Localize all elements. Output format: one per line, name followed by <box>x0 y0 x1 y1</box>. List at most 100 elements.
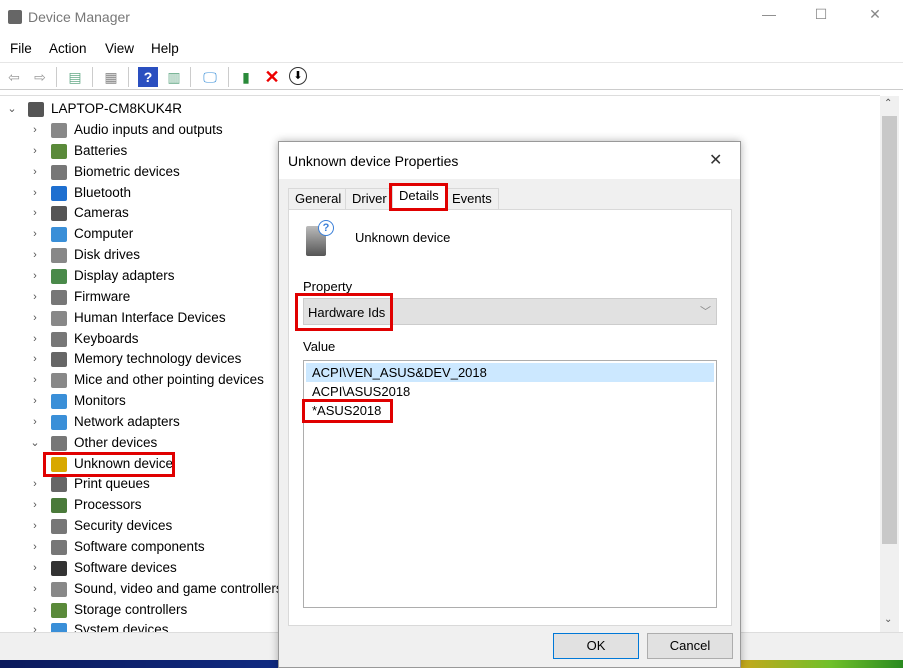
update-driver-icon[interactable]: ▮ <box>236 67 256 87</box>
other-devices-icon <box>51 435 67 451</box>
properties-dialog: Unknown device Properties ✕ General Driv… <box>278 141 741 668</box>
tree-item-label: Software components <box>74 539 205 554</box>
scrollbar-thumb[interactable] <box>882 116 897 544</box>
forward-icon[interactable]: ⇨ <box>30 67 50 87</box>
tree-item-label: Bluetooth <box>74 184 132 200</box>
maximize-button[interactable]: ☐ <box>798 6 844 28</box>
chevron-right-icon[interactable]: › <box>29 349 41 369</box>
cancel-button[interactable]: Cancel <box>647 633 733 659</box>
keyboard-icon <box>51 331 67 347</box>
tree-item-label: Disk drives <box>74 247 141 263</box>
chevron-right-icon[interactable]: › <box>29 308 41 328</box>
ok-button[interactable]: OK <box>553 633 639 659</box>
firmware-icon <box>51 289 67 305</box>
close-button[interactable]: ✕ <box>852 6 898 28</box>
chevron-right-icon[interactable]: › <box>29 287 41 307</box>
tab-events[interactable]: Events <box>445 188 499 210</box>
chevron-right-icon[interactable]: › <box>29 370 41 390</box>
back-icon[interactable]: ⇦ <box>4 67 24 87</box>
menu-view[interactable]: View <box>105 41 134 56</box>
menu-bar: File Action View Help <box>0 36 903 60</box>
processor-icon <box>51 498 67 514</box>
tree-item-label: Mice and other pointing devices <box>74 372 264 388</box>
chevron-right-icon[interactable]: › <box>29 391 41 411</box>
mouse-icon <box>51 373 67 389</box>
menu-action[interactable]: Action <box>49 41 87 56</box>
disable-icon[interactable]: ⬇ <box>289 67 307 85</box>
chevron-right-icon[interactable]: › <box>29 203 41 223</box>
tree-item-label: Network adapters <box>74 413 180 429</box>
software-component-icon <box>51 540 67 555</box>
chevron-down-icon[interactable]: ﹀ <box>700 303 711 319</box>
bluetooth-icon <box>51 185 67 201</box>
unknown-device-icon: ? <box>306 220 334 256</box>
camera-icon <box>51 206 67 222</box>
device-manager-icon <box>8 10 22 24</box>
chevron-right-icon[interactable]: › <box>29 495 41 515</box>
action-pane-icon[interactable]: ▥ <box>164 67 184 87</box>
chevron-right-icon[interactable]: › <box>29 245 41 265</box>
chevron-right-icon[interactable]: › <box>29 537 41 557</box>
chevron-right-icon[interactable]: › <box>29 474 41 494</box>
value-item[interactable]: ACPI\VEN_ASUS&DEV_2018 <box>306 363 714 382</box>
chevron-right-icon[interactable]: › <box>29 412 41 432</box>
scroll-up-icon[interactable]: ⌃ <box>884 98 892 109</box>
tree-item-label: LAPTOP-CM8KUK4R <box>51 101 183 116</box>
computer-root-icon <box>28 102 44 117</box>
system-icon <box>51 623 67 632</box>
tree-item-label: Monitors <box>74 393 126 409</box>
chevron-right-icon[interactable]: › <box>29 329 41 349</box>
tree-item-label: Biometric devices <box>74 163 180 179</box>
tab-general[interactable]: General <box>288 188 349 210</box>
chevron-down-icon[interactable]: ⌄ <box>6 99 18 119</box>
chevron-right-icon[interactable]: › <box>29 600 41 620</box>
computer-icon <box>51 227 67 243</box>
minimize-button[interactable]: — <box>746 6 792 28</box>
chevron-right-icon[interactable]: › <box>29 516 41 536</box>
window-title: Device Manager <box>28 9 130 25</box>
tree-item-label: Audio inputs and outputs <box>74 122 223 137</box>
dialog-close-button[interactable]: ✕ <box>709 150 722 170</box>
toolbar: ⇦ ⇨ ▤ ▦ ? ▥ 🖵 ▮ ✕ ⬇ <box>0 62 903 90</box>
tree-item-label: Keyboards <box>74 330 139 346</box>
tree-item-label: Batteries <box>74 142 128 158</box>
chevron-down-icon[interactable]: ⌄ <box>29 433 41 453</box>
title-bar: Device Manager — ☐ ✕ <box>0 0 903 35</box>
chevron-right-icon[interactable]: › <box>29 579 41 599</box>
chevron-right-icon[interactable]: › <box>29 266 41 286</box>
chevron-right-icon[interactable]: › <box>29 558 41 578</box>
tree-item-label: Memory technology devices <box>74 351 242 367</box>
value-label: Value <box>303 339 336 354</box>
chevron-right-icon[interactable]: › <box>29 183 41 203</box>
tree-item-label: Cameras <box>74 205 129 221</box>
scan-hardware-icon[interactable]: 🖵 <box>200 67 220 87</box>
highlight-details-tab <box>389 183 448 211</box>
tree-item-label: Human Interface Devices <box>74 309 226 325</box>
help-icon[interactable]: ? <box>138 67 158 87</box>
tree-item-label: Firmware <box>74 288 131 304</box>
security-icon <box>51 519 67 535</box>
value-list[interactable]: ACPI\VEN_ASUS&DEV_2018 ACPI\ASUS2018 *AS… <box>303 360 717 608</box>
menu-help[interactable]: Help <box>151 41 179 56</box>
chevron-right-icon[interactable]: › <box>29 141 41 161</box>
hid-icon <box>51 310 67 326</box>
tree-item-label: Computer <box>74 226 134 242</box>
menu-file[interactable]: File <box>10 41 32 56</box>
software-device-icon <box>51 560 67 576</box>
chevron-right-icon[interactable]: › <box>29 120 41 140</box>
tab-driver[interactable]: Driver <box>345 188 394 210</box>
dialog-title: Unknown device Properties <box>288 153 459 169</box>
chevron-right-icon[interactable]: › <box>29 162 41 182</box>
battery-icon <box>51 143 67 159</box>
uninstall-icon[interactable]: ✕ <box>262 67 282 87</box>
scroll-down-icon[interactable]: ⌄ <box>884 614 892 625</box>
sound-icon <box>51 581 67 597</box>
network-icon <box>51 414 67 430</box>
chevron-right-icon[interactable]: › <box>29 620 41 632</box>
console-tree-icon[interactable]: ▤ <box>65 67 85 87</box>
chevron-right-icon[interactable]: › <box>29 224 41 244</box>
properties-icon[interactable]: ▦ <box>101 67 121 87</box>
tree-item-label: Processors <box>74 497 142 513</box>
monitor-icon <box>51 394 67 410</box>
fingerprint-icon <box>51 164 67 180</box>
